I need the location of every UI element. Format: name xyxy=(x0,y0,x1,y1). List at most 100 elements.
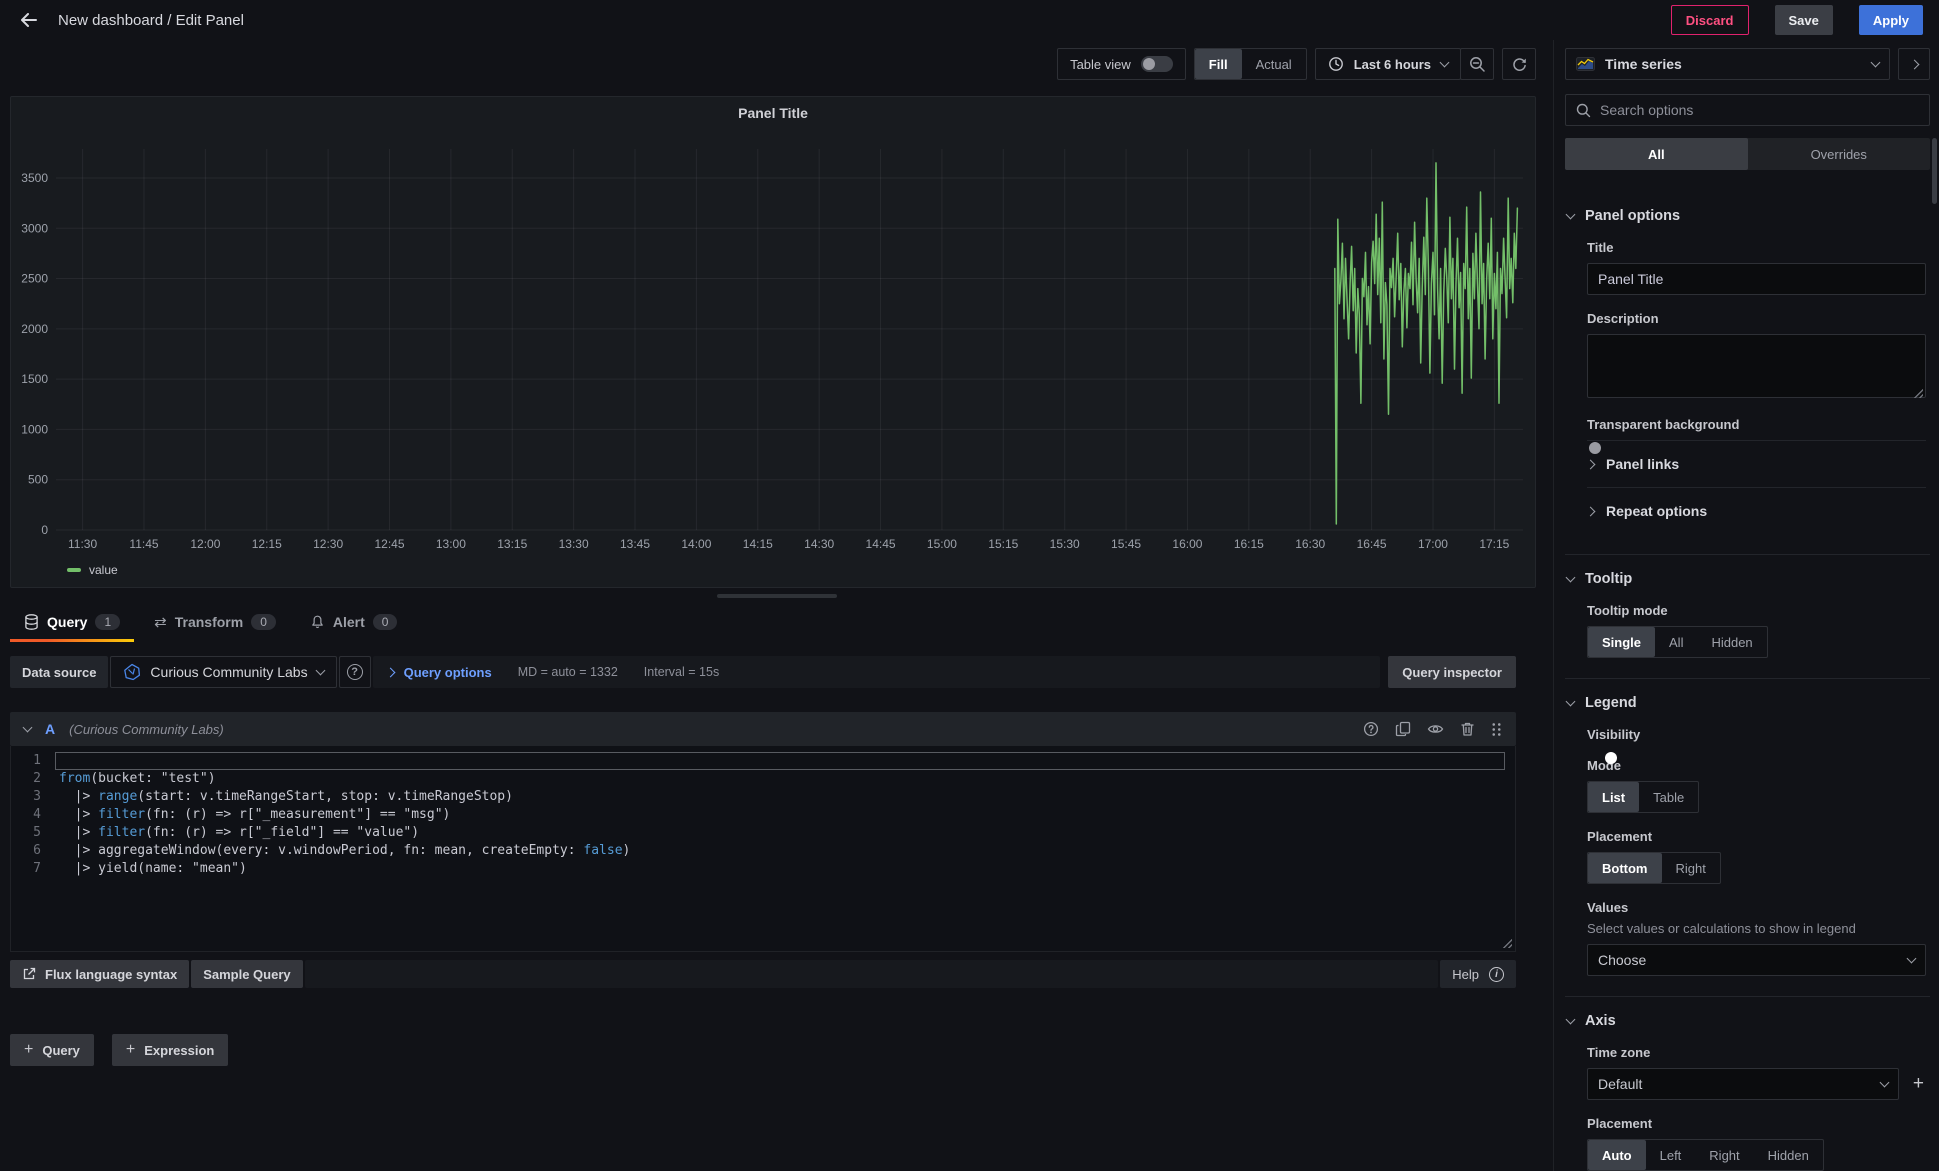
x-tick-label: 17:15 xyxy=(1479,537,1509,551)
tab-query[interactable]: Query 1 xyxy=(10,608,134,642)
tab-query-count: 1 xyxy=(95,614,120,630)
code-line[interactable]: 2from(bucket: "test") xyxy=(11,770,1515,788)
collapse-pane-button[interactable] xyxy=(1898,48,1930,80)
query-options-link[interactable]: Query options xyxy=(387,665,492,680)
option-fill[interactable]: Fill xyxy=(1195,49,1242,79)
apply-button[interactable]: Apply xyxy=(1859,5,1923,35)
plus-icon: + xyxy=(24,1041,33,1059)
code-line[interactable]: 4 |> filter(fn: (r) => r["_measurement"]… xyxy=(11,806,1515,824)
query-editor-footer: Flux language syntax Sample Query Help i xyxy=(10,960,1516,988)
option-hidden[interactable]: Hidden xyxy=(1754,1140,1823,1170)
tooltip-mode-group: SingleAllHidden xyxy=(1587,626,1768,658)
repeat-options-row[interactable]: Repeat options xyxy=(1587,487,1926,534)
eye-icon[interactable] xyxy=(1427,721,1444,737)
help-circle-icon[interactable] xyxy=(1363,721,1379,737)
footer-strip xyxy=(305,960,1439,988)
chart-legend[interactable]: value xyxy=(67,563,118,577)
trash-icon[interactable] xyxy=(1460,721,1475,737)
option-table[interactable]: Table xyxy=(1639,782,1698,812)
section-title: Tooltip xyxy=(1585,571,1632,587)
option-list[interactable]: List xyxy=(1588,782,1639,812)
tab-alert[interactable]: Alert 0 xyxy=(296,608,412,642)
editor-tabs: Query 1 ⇄ Transform 0 Alert 0 xyxy=(10,608,1553,642)
code-text: |> yield(name: "mean") xyxy=(55,860,1505,878)
code-editor[interactable]: 12from(bucket: "test")3 |> range(start: … xyxy=(10,746,1516,952)
panel-preview[interactable]: Panel Title 0500100015002000250030003500… xyxy=(10,96,1536,588)
description-textarea[interactable] xyxy=(1587,334,1926,398)
timezone-select[interactable]: Default xyxy=(1587,1068,1899,1100)
x-tick-label: 13:45 xyxy=(620,537,650,551)
back-button[interactable] xyxy=(16,8,40,32)
option-bottom[interactable]: Bottom xyxy=(1588,853,1662,883)
option-actual[interactable]: Actual xyxy=(1242,49,1306,79)
collapse-query-icon[interactable] xyxy=(23,723,33,733)
table-view-toggle[interactable] xyxy=(1141,56,1173,72)
query-ref-id[interactable]: A xyxy=(45,721,55,737)
sidebar-scrollbar[interactable] xyxy=(1932,138,1937,204)
section-legend: Legend Visibility Mode ListTable Placeme… xyxy=(1565,678,1930,996)
code-line[interactable]: 3 |> range(start: v.timeRangeStart, stop… xyxy=(11,788,1515,806)
datasource-picker[interactable]: Curious Community Labs xyxy=(110,656,336,688)
chevron-right-icon xyxy=(1909,59,1919,69)
add-timezone-button[interactable]: + xyxy=(1911,1073,1926,1095)
sample-query-button[interactable]: Sample Query xyxy=(191,960,302,988)
x-tick-label: 12:30 xyxy=(313,537,343,551)
panel-options-header[interactable]: Panel options xyxy=(1567,208,1926,224)
option-left[interactable]: Left xyxy=(1646,1140,1696,1170)
axis-header[interactable]: Axis xyxy=(1567,1013,1926,1029)
option-right[interactable]: Right xyxy=(1662,853,1720,883)
flux-syntax-button[interactable]: Flux language syntax xyxy=(10,960,189,988)
save-button[interactable]: Save xyxy=(1775,5,1833,35)
options-search[interactable] xyxy=(1565,94,1930,126)
visualization-picker[interactable]: Time series xyxy=(1565,48,1890,80)
datasource-help-button[interactable]: ? xyxy=(339,656,371,688)
panel-title-input[interactable] xyxy=(1587,263,1926,295)
legend-header[interactable]: Legend xyxy=(1567,695,1926,711)
search-input[interactable] xyxy=(1600,102,1919,118)
option-hidden[interactable]: Hidden xyxy=(1697,627,1766,657)
tab-transform[interactable]: ⇄ Transform 0 xyxy=(140,608,290,642)
duplicate-icon[interactable] xyxy=(1395,721,1411,737)
query-editor-header[interactable]: A (Curious Community Labs) xyxy=(10,712,1516,746)
legend-swatch xyxy=(67,568,81,572)
editor-resize-corner[interactable] xyxy=(1501,937,1512,948)
tooltip-header[interactable]: Tooltip xyxy=(1567,571,1926,587)
discard-button[interactable]: Discard xyxy=(1671,5,1749,35)
query-actions: + Query + Expression xyxy=(10,1034,1553,1066)
time-range-picker[interactable]: Last 6 hours xyxy=(1315,48,1461,80)
zoom-out-button[interactable] xyxy=(1460,48,1494,80)
visualization-row: Time series xyxy=(1565,48,1930,80)
code-line[interactable]: 6 |> aggregateWindow(every: v.windowPeri… xyxy=(11,842,1515,860)
help-button[interactable]: Help i xyxy=(1440,960,1516,988)
option-auto[interactable]: Auto xyxy=(1588,1140,1646,1170)
x-tick-label: 16:15 xyxy=(1234,537,1264,551)
add-query-button[interactable]: + Query xyxy=(10,1034,94,1066)
refresh-button[interactable] xyxy=(1502,48,1536,80)
zoom-out-icon xyxy=(1469,56,1486,73)
code-line[interactable]: 1 xyxy=(11,752,1515,770)
title-field-label: Title xyxy=(1587,240,1926,255)
y-tick-label: 3500 xyxy=(21,171,48,185)
legend-values-select[interactable]: Choose xyxy=(1587,944,1926,976)
option-right[interactable]: Right xyxy=(1695,1140,1753,1170)
add-expression-button[interactable]: + Expression xyxy=(112,1034,228,1066)
code-line[interactable]: 5 |> filter(fn: (r) => r["_field"] == "v… xyxy=(11,824,1515,842)
tab-alert-label: Alert xyxy=(333,614,365,630)
panel-title: Panel Title xyxy=(11,105,1535,121)
panel-resize-handle[interactable] xyxy=(717,594,837,598)
edit-pane: Table view FillActual Last 6 hours xyxy=(0,40,1553,1171)
tab-query-label: Query xyxy=(47,614,87,630)
drag-handle-icon[interactable] xyxy=(1491,722,1502,737)
option-all[interactable]: All xyxy=(1565,138,1748,170)
panel-links-row[interactable]: Panel links xyxy=(1587,440,1926,487)
option-single[interactable]: Single xyxy=(1588,627,1655,657)
option-all[interactable]: All xyxy=(1655,627,1697,657)
add-query-label: Query xyxy=(42,1043,80,1058)
table-view-toggle-box[interactable]: Table view xyxy=(1057,48,1186,80)
code-line[interactable]: 7 |> yield(name: "mean") xyxy=(11,860,1515,878)
chevron-down-icon xyxy=(1871,58,1881,68)
line-number: 4 xyxy=(11,806,55,824)
query-inspector-button[interactable]: Query inspector xyxy=(1388,656,1516,688)
y-tick-label: 2500 xyxy=(21,272,48,286)
option-overrides[interactable]: Overrides xyxy=(1748,138,1931,170)
